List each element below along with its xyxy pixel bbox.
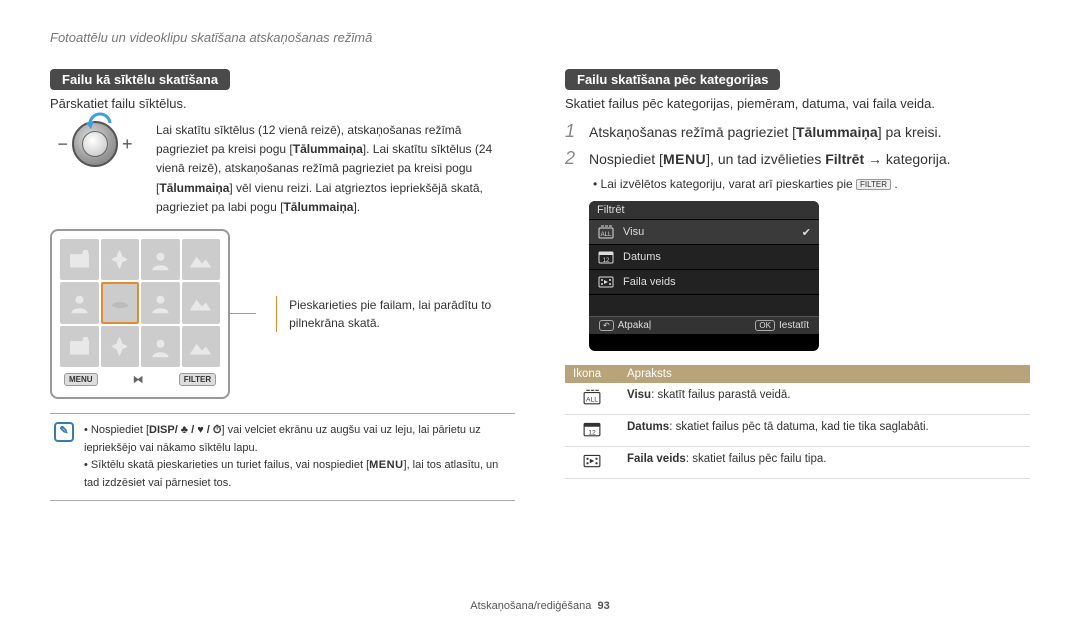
filter-menu-screen: Filtrēt ALL Visu ✔ 12 Datums Faila veids [589, 201, 819, 351]
svg-text:12: 12 [603, 258, 610, 264]
breadcrumb: Fotoattēlu un videoklipu skatīšana atska… [50, 30, 1030, 45]
col-icon: Ikona [565, 365, 619, 383]
ok-key-icon: OK [755, 320, 775, 331]
thumb [101, 326, 140, 367]
dial-instruction-text: Lai skatītu sīktēlus (12 vienā reizē), a… [156, 121, 515, 217]
svg-text:12: 12 [588, 430, 596, 437]
right-intro: Skatiet failus pēc kategorijas, piemēram… [565, 96, 1030, 111]
zoom-dial-graphic: − + [50, 121, 140, 167]
thumbnail-screen: MENU ⧓ FILTER [50, 229, 230, 399]
filter-item-type: Faila veids [589, 269, 819, 294]
filetype-icon [597, 275, 615, 289]
all-icon: ALL [597, 225, 615, 239]
step-1: 1 Atskaņošanas režīmā pagrieziet [Tālumm… [565, 121, 1030, 142]
filter-header: Filtrēt [589, 201, 819, 219]
note-item: Sīktēlu skatā pieskarieties un turiet fa… [84, 457, 511, 492]
thumb [141, 326, 180, 367]
thumb [182, 282, 221, 323]
table-row: ALL Visu: skatīt failus parastā veidā. [565, 383, 1030, 415]
menu-screen-button: MENU [64, 373, 98, 386]
footer-back: ↶ Atpakaļ [599, 320, 651, 331]
filter-item-all: ALL Visu ✔ [589, 219, 819, 244]
note-box: ✎ Nospiediet [DISP/ ♣ / ♥ / ⏱] vai velci… [50, 413, 515, 501]
thumb [60, 326, 99, 367]
table-row: Faila veids: skatiet failus pēc failu ti… [565, 447, 1030, 479]
col-desc: Apraksts [619, 365, 1030, 383]
left-section-title: Failu kā sīktēlu skatīšana [50, 69, 230, 90]
right-column: Failu skatīšana pēc kategorijas Skatiet … [565, 69, 1030, 501]
thumb [182, 326, 221, 367]
note-item: Nospiediet [DISP/ ♣ / ♥ / ⏱] vai velciet… [84, 422, 511, 457]
left-column: Failu kā sīktēlu skatīšana Pārskatiet fa… [50, 69, 515, 501]
thumb [141, 239, 180, 280]
thumb [60, 282, 99, 323]
calendar-icon: 12 [597, 250, 615, 264]
thumb [141, 282, 180, 323]
thumb [182, 239, 221, 280]
svg-text:ALL: ALL [586, 397, 598, 404]
plus-sign: + [122, 134, 133, 155]
icon-description-table: Ikona Apraksts ALL Visu: skatīt failus p… [565, 365, 1030, 479]
callout-line [230, 313, 256, 314]
note-icon: ✎ [54, 422, 74, 442]
minus-sign: − [57, 134, 68, 155]
check-icon: ✔ [802, 226, 811, 239]
footer-set: OK Iestatīt [755, 320, 809, 331]
table-row: 12 Datums: skatiet failus pēc tā datuma,… [565, 415, 1030, 447]
filter-screen-button: FILTER [179, 373, 216, 386]
screen-callout-text: Pieskarieties pie failam, lai parādītu t… [276, 296, 515, 332]
thumb [101, 239, 140, 280]
right-section-title: Failu skatīšana pēc kategorijas [565, 69, 780, 90]
share-icon: ⧓ [133, 373, 144, 386]
rotate-arrow-icon [86, 109, 114, 129]
thumb [60, 239, 99, 280]
svg-text:ALL: ALL [601, 232, 612, 238]
filter-item-date: 12 Datums [589, 244, 819, 269]
step-2: 2 Nospiediet [MENU], un tad izvēlieties … [565, 148, 1030, 169]
page-footer: Atskaņošana/rediģēšana 93 [0, 600, 1080, 612]
thumb-selected [101, 282, 140, 323]
sub-bullet: Lai izvēlētos kategoriju, varat arī pies… [593, 177, 1030, 191]
back-key-icon: ↶ [599, 320, 614, 331]
left-intro: Pārskatiet failu sīktēlus. [50, 96, 515, 111]
